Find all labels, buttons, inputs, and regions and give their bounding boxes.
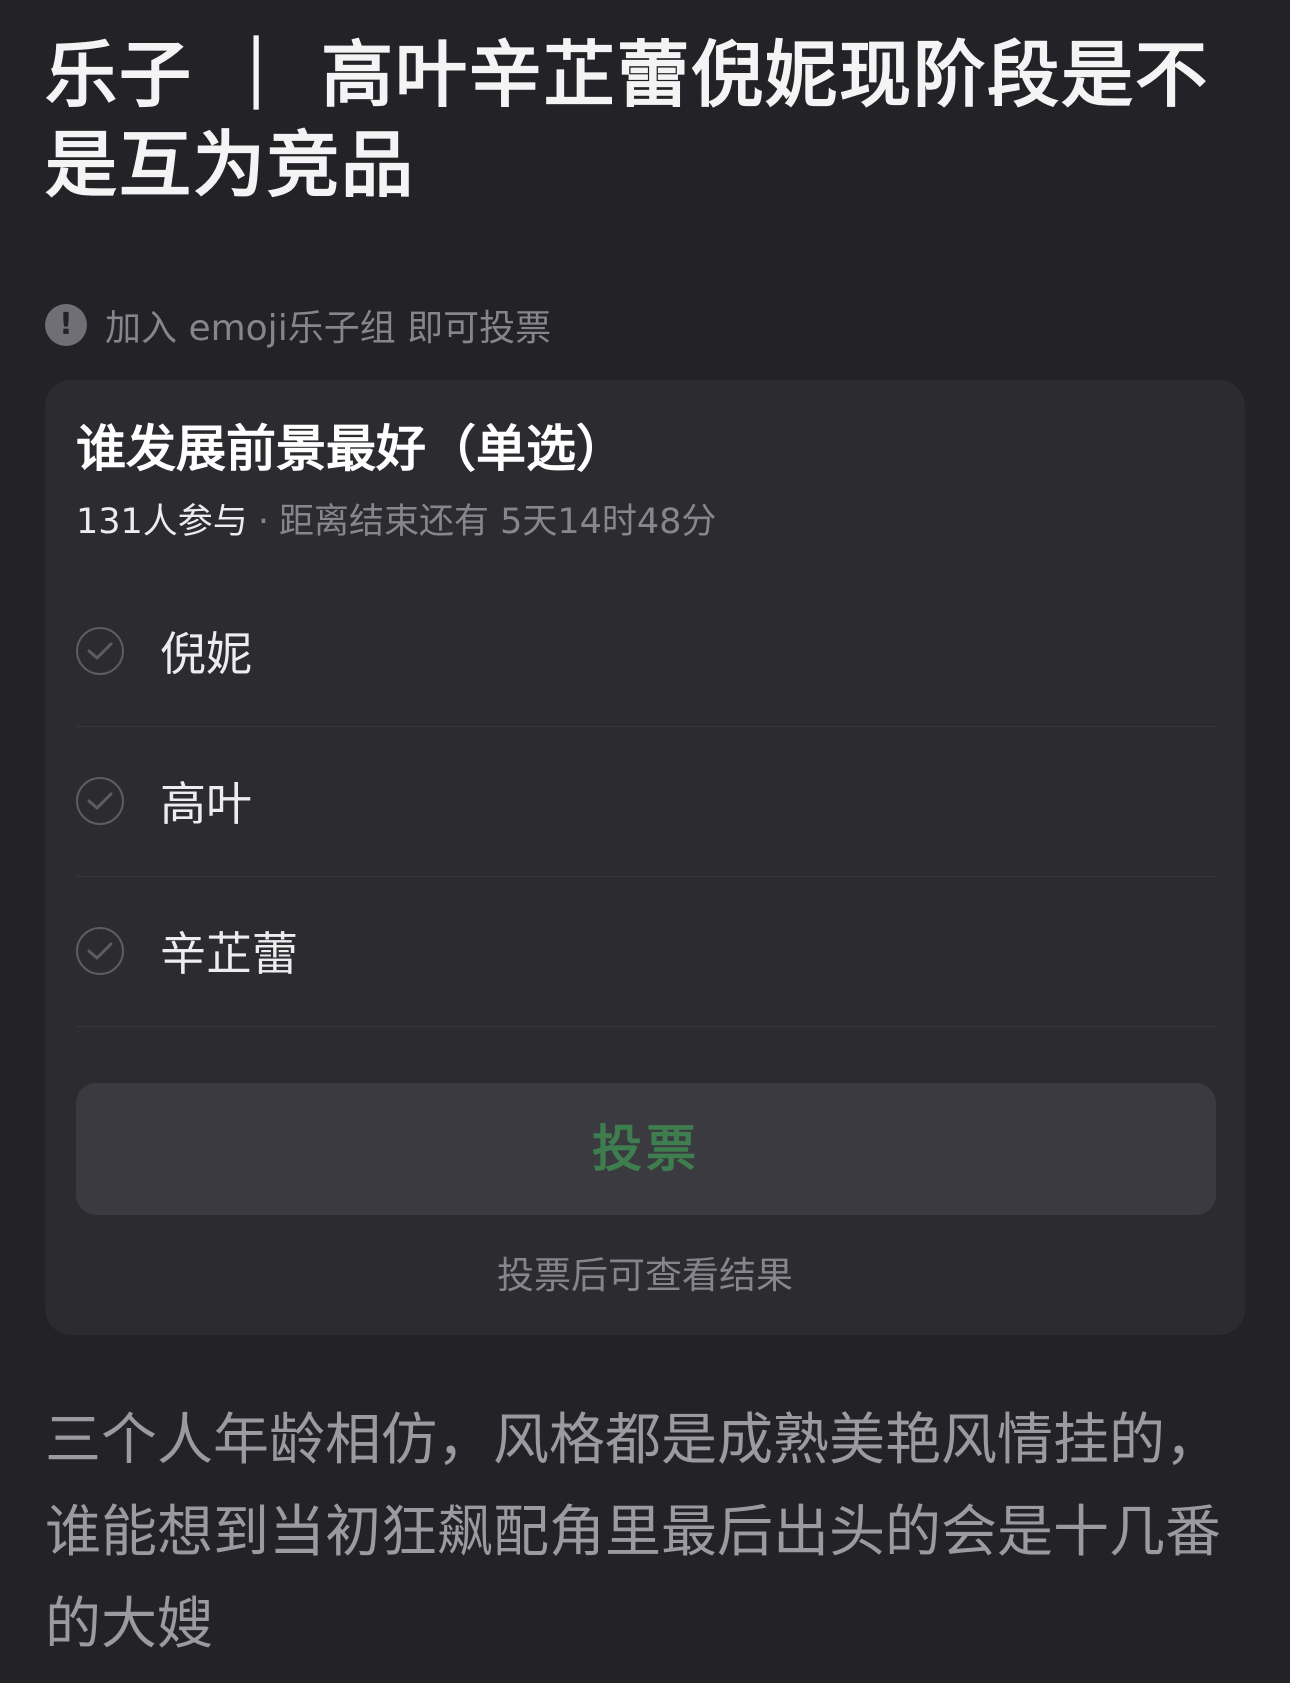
meta-separator: ·	[257, 502, 269, 542]
vote-button[interactable]: 投票	[76, 1083, 1216, 1215]
poll-option-label: 高叶	[160, 777, 252, 831]
post-title: 乐子 ｜ 高叶辛芷蕾倪妮现阶段是不是互为竞品	[45, 33, 1210, 207]
poll-option[interactable]: 辛芷蕾	[76, 876, 1216, 1027]
participant-count: 131人参与	[76, 502, 248, 542]
poll-deadline: 距离结束还有 5天14时48分	[278, 502, 717, 542]
poll-question: 谁发展前景最好（单选）	[76, 420, 626, 478]
poll-option-label: 辛芷蕾	[160, 927, 298, 981]
vote-hint: 投票后可查看结果	[497, 1254, 793, 1297]
check-circle-icon[interactable]	[76, 927, 124, 975]
exclamation-circle-icon: !	[45, 304, 87, 346]
notice-text: 加入 emoji乐子组 即可投票	[105, 308, 552, 349]
poll-option[interactable]: 倪妮	[76, 576, 1216, 727]
join-group-notice[interactable]: ! 加入 emoji乐子组 即可投票	[45, 303, 551, 349]
poll-option-label: 倪妮	[160, 627, 252, 681]
poll-meta: 131人参与 · 距离结束还有 5天14时48分	[76, 497, 716, 547]
check-circle-icon[interactable]	[76, 777, 124, 825]
post-body: 三个人年龄相仿，风格都是成熟美艳风情挂的，谁能想到当初狂飙配角里最后出头的会是十…	[45, 1408, 1221, 1657]
poll-option[interactable]: 高叶	[76, 726, 1216, 877]
check-circle-icon[interactable]	[76, 627, 124, 675]
poll-card: 谁发展前景最好（单选） 131人参与 · 距离结束还有 5天14时48分 倪妮 高叶…	[45, 380, 1245, 1335]
